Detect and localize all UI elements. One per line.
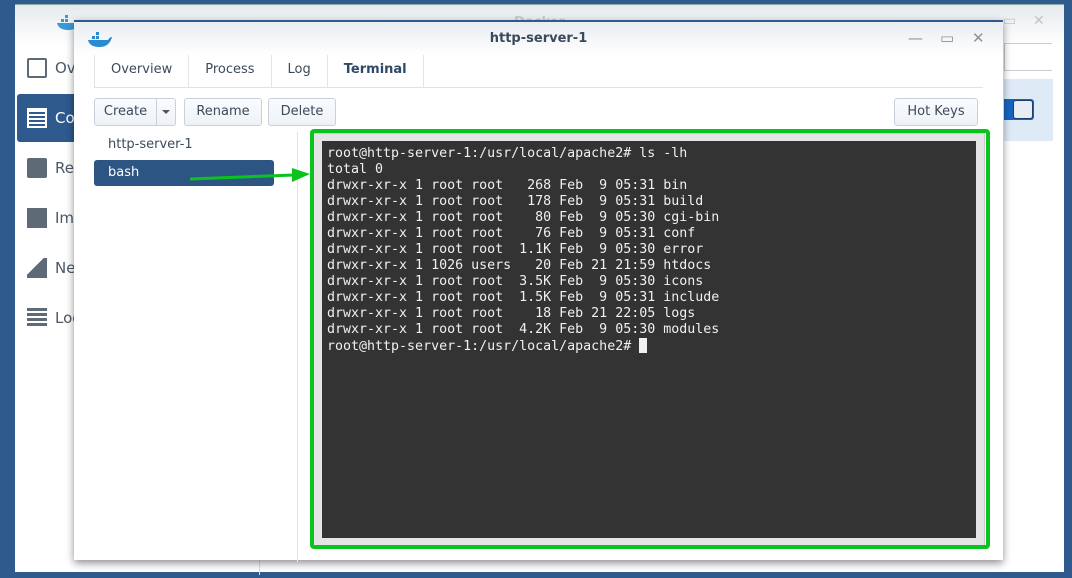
annotation-arrow-icon (189, 168, 310, 182)
